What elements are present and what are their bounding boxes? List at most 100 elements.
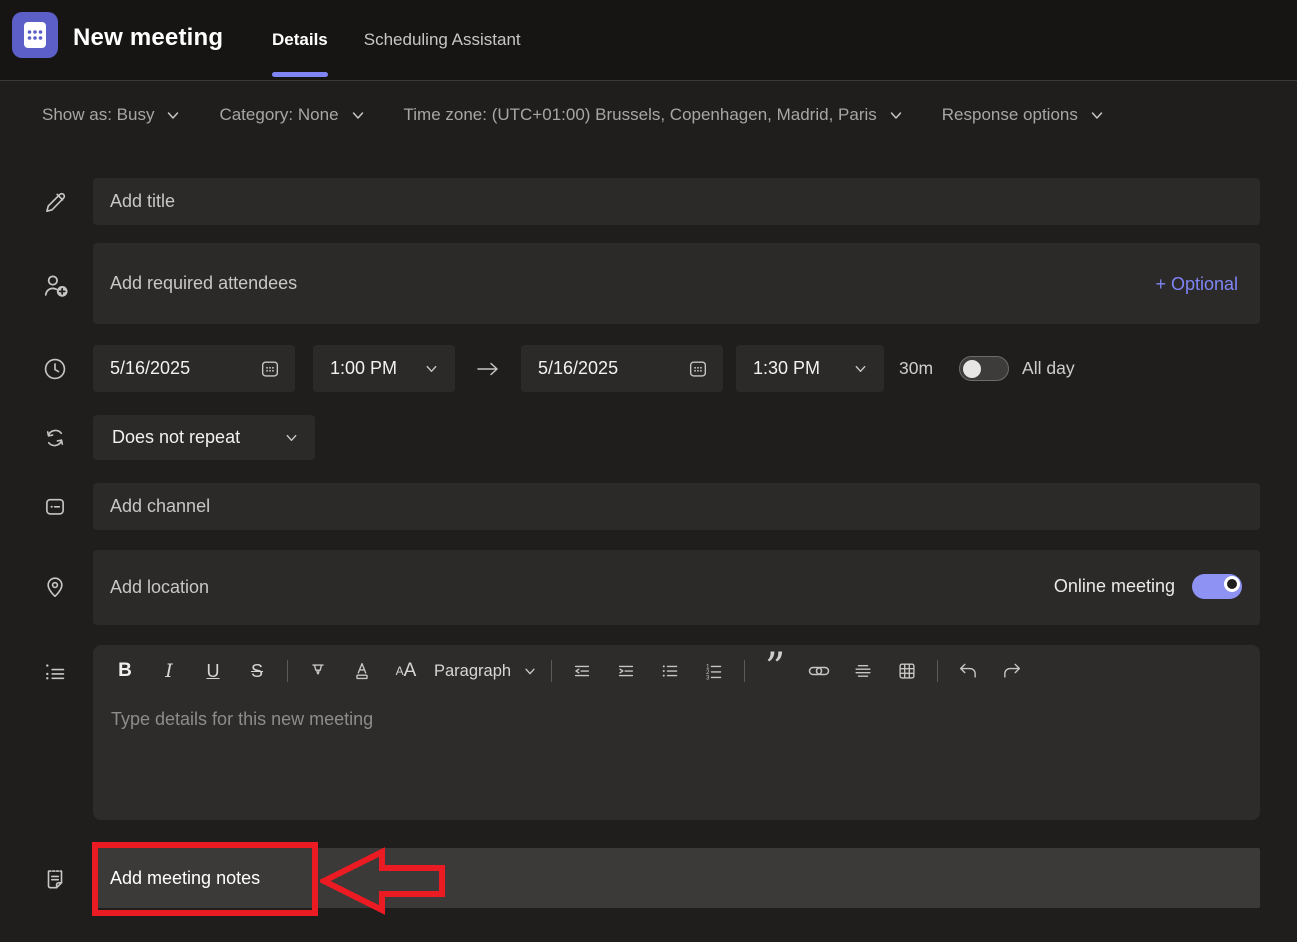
response-options-dropdown[interactable]: Response options [942,105,1105,125]
tab-bar: Details Scheduling Assistant [272,0,521,80]
details-editor-input[interactable]: Type details for this new meeting [93,697,1260,820]
start-date-value: 5/16/2025 [110,358,190,379]
bold-glyph: B [118,660,132,682]
underline-button[interactable]: U [191,653,235,689]
add-meeting-notes-label: Add meeting notes [93,868,260,889]
insert-table-button[interactable] [885,653,929,689]
numbered-list-icon: 1 2 3 [703,660,725,682]
date-picker-icon[interactable] [687,358,709,380]
attendees-input[interactable] [93,243,1260,324]
strikethrough-glyph: S [251,661,263,682]
end-date-value: 5/16/2025 [538,358,618,379]
category-label: Category: None [219,105,338,125]
outdent-icon [571,660,593,682]
redo-icon [1001,660,1023,682]
tab-details-label: Details [272,30,328,50]
bullet-list-button[interactable] [648,653,692,689]
font-color-button[interactable] [340,653,384,689]
font-size-small-glyph: A [396,664,404,678]
paragraph-style-label: Paragraph [434,662,511,681]
font-size-large-glyph: A [404,660,417,682]
font-color-icon [351,660,373,682]
chevron-down-icon [853,361,868,376]
toolbar-divider [929,660,946,682]
title-row [93,178,1260,225]
response-options-label: Response options [942,105,1078,125]
location-row: Online meeting [93,550,1260,625]
add-optional-attendees-button[interactable]: + Optional [1155,274,1238,295]
end-time-dropdown[interactable]: 1:30 PM [736,345,884,392]
toggle-knob [1224,576,1240,592]
chevron-down-icon [350,107,366,123]
text-alignment-button[interactable] [841,653,885,689]
time-zone-label: Time zone: (UTC+01:00) Brussels, Copenha… [404,105,877,125]
indent-button[interactable] [604,653,648,689]
channel-row [93,483,1260,530]
online-meeting-toggle[interactable] [1192,574,1242,599]
agenda-list-icon [42,659,68,685]
all-day-toggle[interactable] [959,356,1009,381]
link-button[interactable] [797,653,841,689]
category-dropdown[interactable]: Category: None [219,105,365,125]
repeat-icon [42,425,68,451]
attendees-row: + Optional [93,243,1260,324]
outdent-button[interactable] [560,653,604,689]
details-placeholder: Type details for this new meeting [111,709,373,729]
formatting-toolbar: B I U S AA Paragraph [93,645,1260,697]
recurrence-value: Does not repeat [112,427,240,448]
new-meeting-dialog: { "colors": { "accent_purple": "#5b5fc7"… [0,0,1297,942]
datetime-row: 5/16/2025 1:00 PM 5/16/2025 1:30 PM 30m … [93,345,1260,392]
chevron-down-icon [284,430,299,445]
tab-scheduling-assistant-label: Scheduling Assistant [364,30,521,50]
svg-text:3: 3 [706,675,710,681]
highlight-icon [307,660,329,682]
toolbar-divider [736,660,753,682]
channel-icon [42,494,68,520]
bold-button[interactable]: B [103,653,147,689]
channel-input[interactable] [93,483,1260,530]
indent-icon [615,660,637,682]
online-meeting-group: Online meeting [1054,574,1242,599]
title-field [93,178,1260,225]
redo-button[interactable] [990,653,1034,689]
italic-button[interactable]: I [147,653,191,689]
time-zone-dropdown[interactable]: Time zone: (UTC+01:00) Brussels, Copenha… [404,105,904,125]
channel-field [93,483,1260,530]
page-title: New meeting [73,24,223,52]
undo-button[interactable] [946,653,990,689]
title-input[interactable] [93,178,1260,225]
chevron-down-icon [424,361,439,376]
recurrence-dropdown[interactable]: Does not repeat [93,415,315,460]
chevron-down-icon [1089,107,1105,123]
end-time-value: 1:30 PM [753,358,820,379]
chevron-down-icon [888,107,904,123]
tab-details[interactable]: Details [272,0,328,80]
strikethrough-button[interactable]: S [235,653,279,689]
paragraph-style-dropdown[interactable]: Paragraph [428,653,543,689]
toolbar-divider [279,660,296,682]
tab-scheduling-assistant[interactable]: Scheduling Assistant [364,0,521,80]
add-meeting-notes-button[interactable]: Add meeting notes [93,848,1260,908]
show-as-dropdown[interactable]: Show as: Busy [42,105,181,125]
meeting-calendar-icon [12,12,58,58]
link-icon [807,659,831,683]
show-as-label: Show as: Busy [42,105,154,125]
underline-glyph: U [207,661,220,682]
end-date-field[interactable]: 5/16/2025 [521,345,723,392]
table-icon [896,660,918,682]
font-size-button[interactable]: AA [384,653,428,689]
online-meeting-label: Online meeting [1054,576,1175,597]
to-arrow-icon [468,359,508,379]
date-picker-icon[interactable] [259,358,281,380]
recurrence-row: Does not repeat [93,415,1260,460]
highlight-button[interactable] [296,653,340,689]
start-time-dropdown[interactable]: 1:00 PM [313,345,455,392]
bullet-list-icon [659,660,681,682]
toolbar-divider [543,660,560,682]
active-tab-indicator [272,72,328,77]
quote-button[interactable]: ” [753,653,797,689]
attendees-field [93,243,1260,324]
start-date-field[interactable]: 5/16/2025 [93,345,295,392]
quote-glyph: ” [765,661,785,681]
numbered-list-button[interactable]: 1 2 3 [692,653,736,689]
